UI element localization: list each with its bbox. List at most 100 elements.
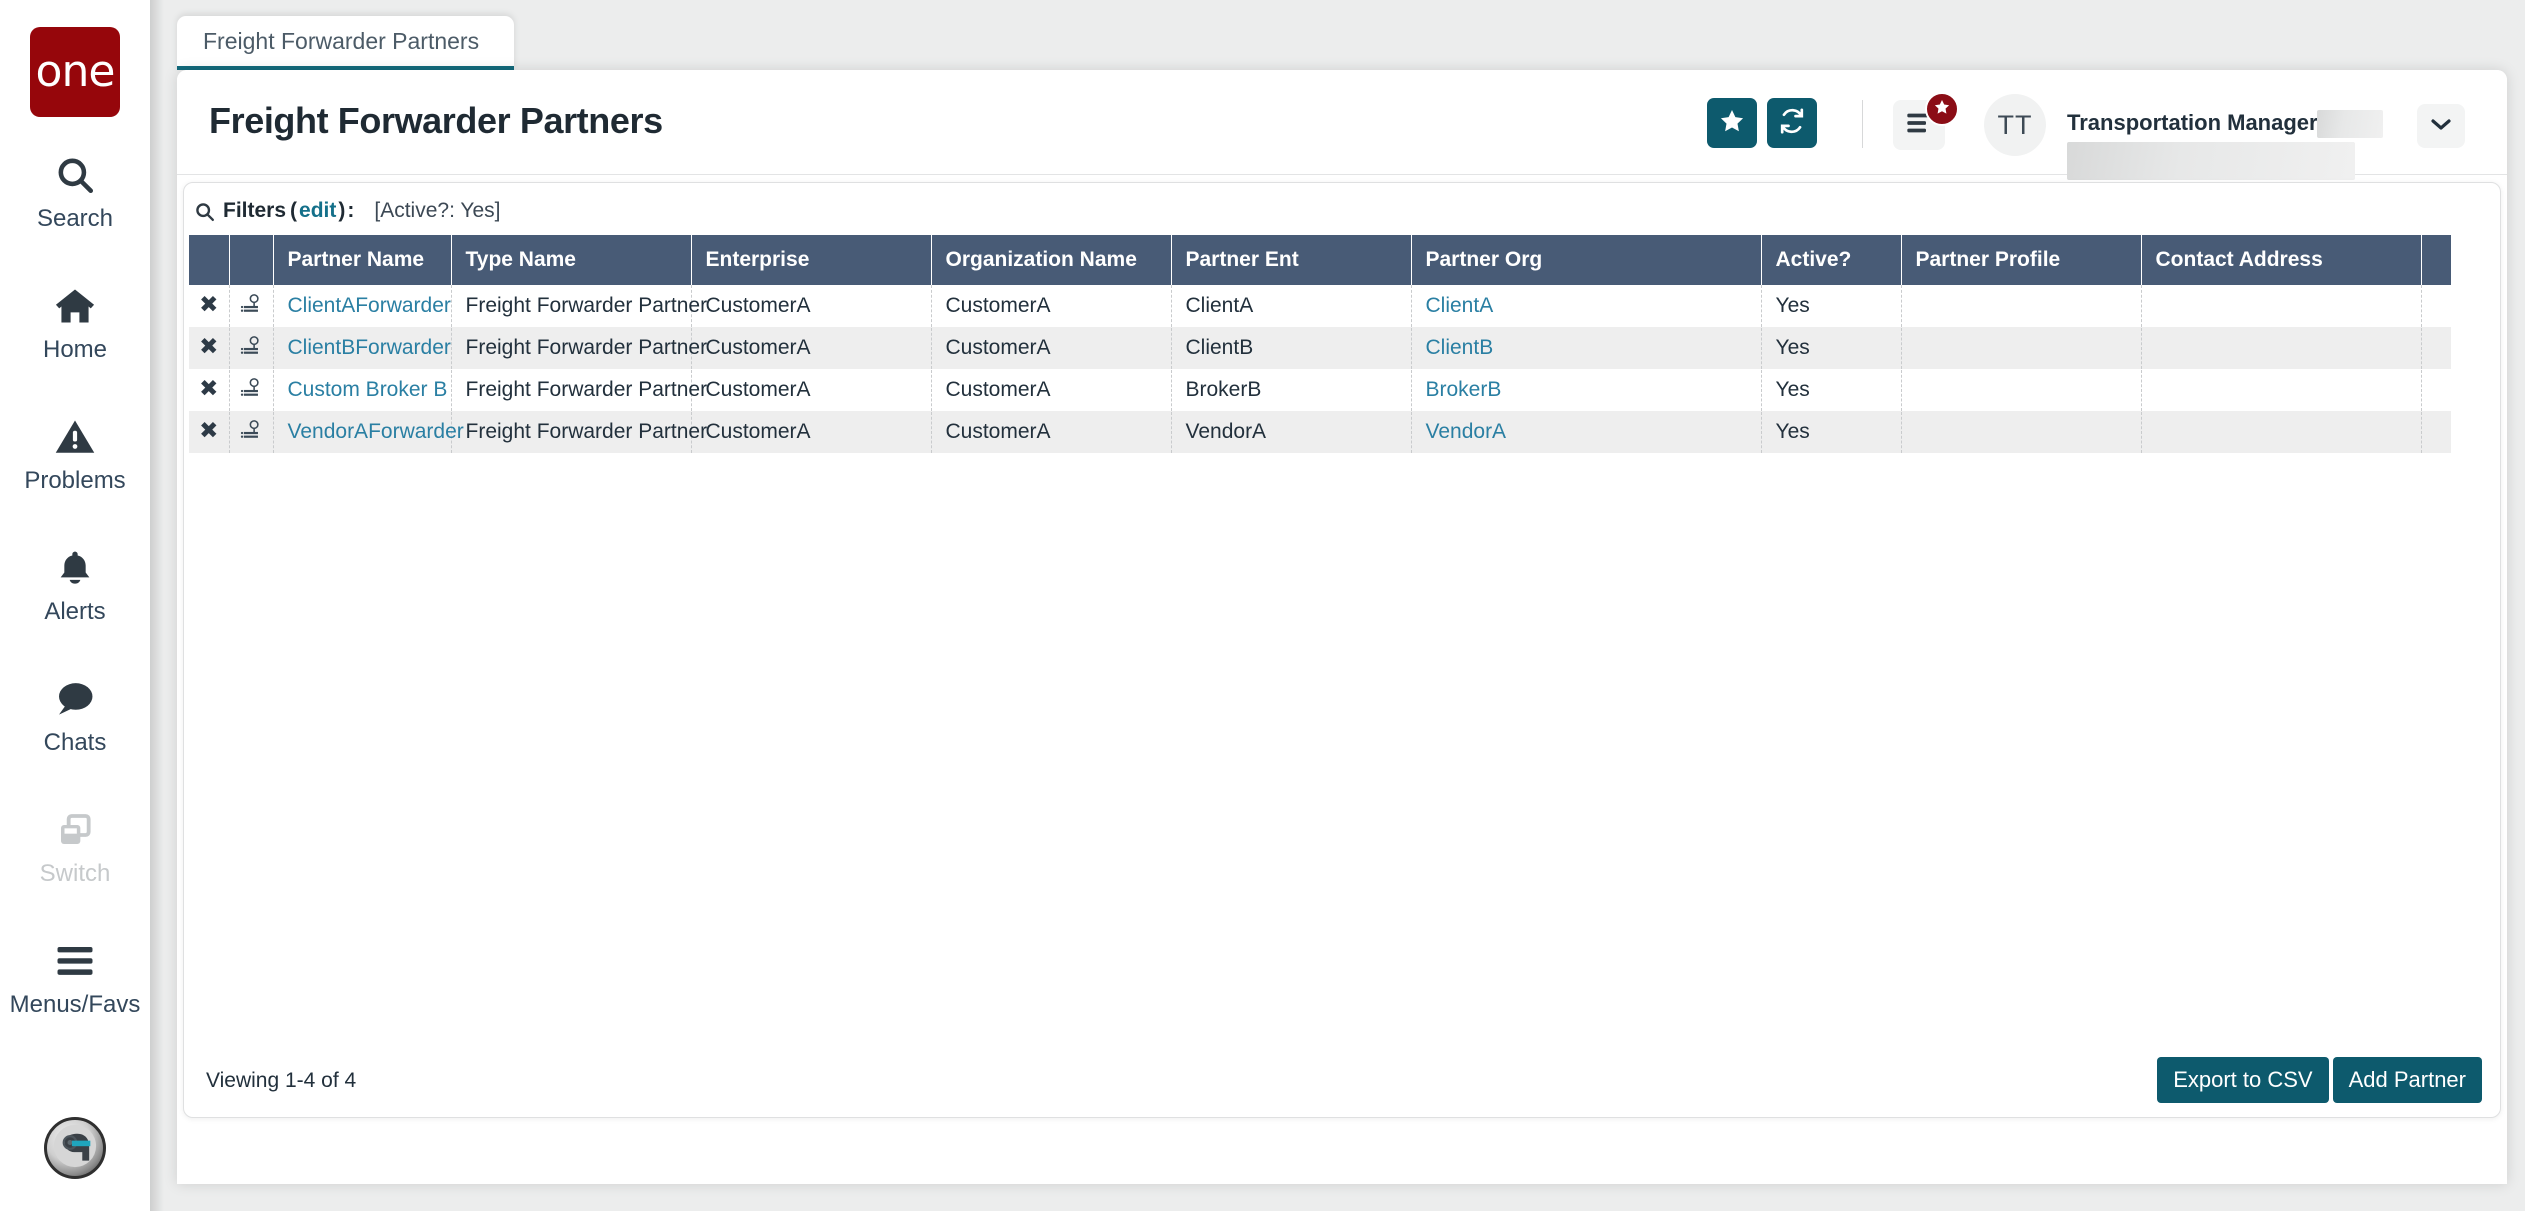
delete-x-icon[interactable]: ✖	[199, 292, 218, 318]
warning-icon	[54, 412, 96, 462]
cell-active: Yes	[1761, 327, 1902, 369]
page-title: Freight Forwarder Partners	[209, 100, 663, 141]
cell-partner-org[interactable]: BrokerB	[1411, 369, 1762, 411]
sidebar-item-search[interactable]: Search	[0, 133, 150, 248]
cell-partner-name[interactable]: ClientBForwarder	[273, 327, 452, 369]
sidebar-item-label: Problems	[24, 467, 126, 494]
hierarchy-icon[interactable]	[240, 292, 262, 314]
table-row[interactable]: ✖ Custom Broker B Freight Forwarder Partne…	[189, 369, 2451, 411]
row-delete-cell[interactable]: ✖	[189, 369, 230, 411]
sidebar-item-home[interactable]: Home	[0, 264, 150, 379]
partner-org-link[interactable]: VendorA	[1426, 420, 1507, 443]
hierarchy-icon[interactable]	[240, 418, 262, 440]
cell-type-name: Freight Forwarder Partner	[451, 369, 707, 411]
cell-partner-ent: VendorA	[1171, 411, 1412, 453]
row-delete-cell[interactable]: ✖	[189, 411, 230, 453]
column-header-delete[interactable]	[189, 235, 230, 285]
cell-spacer	[2421, 411, 2451, 453]
cell-partner-org[interactable]: ClientB	[1411, 327, 1762, 369]
sidebar-item-alerts[interactable]: Alerts	[0, 526, 150, 641]
sidebar-item-problems[interactable]: Problems	[0, 395, 150, 510]
cell-partner-name[interactable]: VendorAForwarder	[273, 411, 464, 453]
column-header-contact-address[interactable]: Contact Address	[2141, 235, 2422, 285]
favorite-button[interactable]	[1707, 98, 1757, 148]
partners-grid: Partner Name Type Name Enterprise Organi…	[189, 235, 2497, 455]
partner-org-link[interactable]: ClientB	[1426, 336, 1494, 359]
delete-x-icon[interactable]: ✖	[199, 334, 218, 360]
refresh-button[interactable]	[1767, 98, 1817, 148]
partner-org-link[interactable]: BrokerB	[1426, 378, 1502, 401]
column-header-icon[interactable]	[229, 235, 274, 285]
hamburger-icon	[54, 936, 96, 986]
filters-edit-link[interactable]: edit	[299, 199, 336, 223]
row-hierarchy-cell[interactable]	[229, 327, 274, 369]
filters-label: Filters	[223, 199, 287, 222]
sidebar-item-label: Alerts	[44, 598, 106, 625]
cell-partner-org[interactable]: ClientA	[1411, 285, 1762, 327]
avatar-initials: TT	[1997, 109, 2033, 140]
tab-strip: Freight Forwarder Partners	[164, 0, 2525, 70]
row-delete-cell[interactable]: ✖	[189, 285, 230, 327]
column-header-active[interactable]: Active?	[1761, 235, 1902, 285]
sidebar-item-chats[interactable]: Chats	[0, 657, 150, 772]
sidebar-item-label: Menus/Favs	[9, 991, 141, 1018]
add-partner-button[interactable]: Add Partner	[2332, 1057, 2482, 1103]
column-header-spacer[interactable]	[2421, 235, 2451, 285]
partners-table: Partner Name Type Name Enterprise Organi…	[189, 235, 2451, 454]
table-row[interactable]: ✖ ClientAForwarder Freight Forwarder Partn…	[189, 285, 2451, 327]
row-delete-cell[interactable]: ✖	[189, 327, 230, 369]
brand-logo[interactable]: one	[30, 27, 120, 117]
cell-partner-ent: BrokerB	[1171, 369, 1412, 411]
cell-enterprise: CustomerA	[691, 285, 932, 327]
assistant-avatar[interactable]	[44, 1117, 106, 1179]
row-hierarchy-cell[interactable]	[229, 285, 274, 327]
filters-active-value: [Active?: Yes]	[374, 199, 501, 222]
cell-partner-profile	[1901, 327, 2142, 369]
home-icon	[53, 281, 97, 331]
user-menu-button[interactable]	[2417, 104, 2465, 148]
chat-icon	[53, 674, 97, 724]
filters-open-paren: (	[290, 199, 298, 222]
column-header-enterprise[interactable]: Enterprise	[691, 235, 932, 285]
hierarchy-icon[interactable]	[240, 334, 262, 356]
partner-name-link[interactable]: ClientBForwarder	[288, 336, 451, 359]
sidebar-item-label: Search	[36, 205, 114, 232]
left-navigation-rail: one Search Home Problems Alerts Chats Sw…	[0, 0, 150, 1211]
cell-spacer	[2421, 369, 2451, 411]
rail-shadow	[150, 0, 164, 1211]
partner-org-link[interactable]: ClientA	[1426, 294, 1494, 317]
cell-partner-org[interactable]: VendorA	[1411, 411, 1762, 453]
column-header-organization-name[interactable]: Organization Name	[931, 235, 1172, 285]
partner-name-link[interactable]: VendorAForwarder	[288, 420, 464, 443]
sidebar-item-switch[interactable]: Switch	[0, 788, 150, 903]
menu-star-badge	[1925, 92, 1959, 126]
hierarchy-icon[interactable]	[240, 376, 262, 398]
table-header-row: Partner Name Type Name Enterprise Organi…	[189, 235, 2451, 285]
cell-organization-name: CustomerA	[931, 369, 1172, 411]
column-header-partner-ent[interactable]: Partner Ent	[1171, 235, 1412, 285]
column-header-type-name[interactable]: Type Name	[451, 235, 692, 285]
column-header-partner-name[interactable]: Partner Name	[273, 235, 452, 285]
filters-close-paren: )	[338, 199, 346, 222]
delete-x-icon[interactable]: ✖	[199, 418, 218, 444]
delete-x-icon[interactable]: ✖	[199, 376, 218, 402]
avatar[interactable]: TT	[1984, 94, 2046, 156]
sidebar-item-menus-favs[interactable]: Menus/Favs	[0, 919, 150, 1034]
partner-name-link[interactable]: Custom Broker B	[288, 378, 448, 401]
partner-name-link[interactable]: ClientAForwarder	[288, 294, 451, 317]
row-hierarchy-cell[interactable]	[229, 411, 274, 453]
column-header-partner-org[interactable]: Partner Org	[1411, 235, 1762, 285]
cell-enterprise: CustomerA	[691, 411, 932, 453]
export-to-csv-button[interactable]: Export to CSV	[2157, 1057, 2329, 1103]
table-row[interactable]: ✖ VendorAForwarder Freight Forwarder Partn…	[189, 411, 2451, 453]
tab-freight-forwarder-partners[interactable]: Freight Forwarder Partners	[177, 16, 514, 70]
filters-bar: Filters ( edit ) : [Active?: Yes]	[194, 199, 500, 223]
column-header-partner-profile[interactable]: Partner Profile	[1901, 235, 2142, 285]
cell-partner-name[interactable]: Custom Broker B	[273, 369, 452, 411]
search-icon	[194, 201, 215, 222]
cell-partner-name[interactable]: ClientAForwarder	[273, 285, 452, 327]
content-card: Filters ( edit ) : [Active?: Yes] Partne…	[183, 182, 2501, 1118]
row-hierarchy-cell[interactable]	[229, 369, 274, 411]
table-row[interactable]: ✖ ClientBForwarder Freight Forwarder Partn…	[189, 327, 2451, 369]
tab-label: Freight Forwarder Partners	[203, 27, 480, 54]
